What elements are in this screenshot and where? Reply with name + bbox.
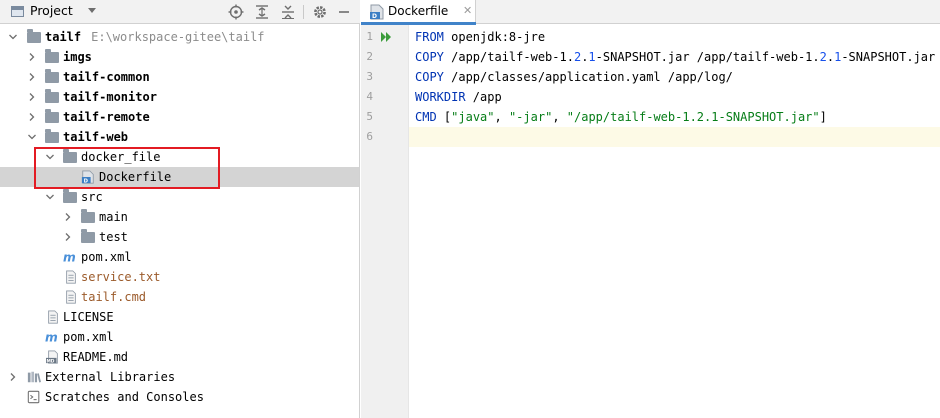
- tree-label-tailf-monitor: tailf-monitor: [63, 90, 157, 104]
- code-line-1[interactable]: FROM openjdk:8-jre: [415, 27, 545, 47]
- folder-icon: [27, 29, 41, 43]
- tree-row-scratches[interactable]: Scratches and Consoles: [0, 387, 359, 407]
- tree-row-tailf-cmd[interactable]: tailf.cmd: [0, 287, 359, 307]
- tree-label-service-txt: service.txt: [81, 270, 161, 284]
- line-number: 2: [366, 50, 373, 63]
- tree-label-src: src: [81, 190, 103, 204]
- chevron-right-icon[interactable]: [8, 372, 18, 382]
- tree-row-readme[interactable]: MD README.md: [0, 347, 359, 367]
- settings-icon[interactable]: [312, 4, 328, 20]
- tree-label-root: tailf E:\workspace-gitee\tailf: [45, 30, 265, 44]
- tree-row-test[interactable]: test: [0, 227, 359, 247]
- tree-row-license[interactable]: LICENSE: [0, 307, 359, 327]
- header-separator: [303, 5, 304, 19]
- tree-label-tailf-common: tailf-common: [63, 70, 150, 84]
- project-panel-title[interactable]: Project: [30, 3, 73, 18]
- library-icon: [27, 371, 41, 383]
- chevron-right-icon[interactable]: [27, 52, 37, 62]
- tree-row-root[interactable]: tailf E:\workspace-gitee\tailf: [0, 27, 359, 47]
- tree-row-pom-root[interactable]: m pom.xml: [0, 327, 359, 347]
- tree-label-pom-root: pom.xml: [63, 330, 114, 344]
- code-line-3[interactable]: COPY /app/classes/application.yaml /app/…: [415, 67, 733, 87]
- tree-row-tailf-web[interactable]: tailf-web: [0, 127, 359, 147]
- expand-all-icon[interactable]: [254, 4, 270, 20]
- code-line-4[interactable]: WORKDIR /app: [415, 87, 502, 107]
- tree-label-test: test: [99, 230, 128, 244]
- tree-label-readme: README.md: [63, 350, 129, 364]
- line-number: 4: [366, 90, 373, 103]
- tree-label-pom-web: pom.xml: [81, 250, 132, 264]
- locate-icon[interactable]: [228, 4, 244, 20]
- editor-tab-bar: D Dockerfile ✕: [361, 0, 940, 25]
- tree-row-pom-web[interactable]: m pom.xml: [0, 247, 359, 267]
- project-panel: Project tailf E:\workspace-gitee\tailf i…: [0, 0, 360, 418]
- tree-row-service-txt[interactable]: service.txt: [0, 267, 359, 287]
- svg-text:m: m: [63, 250, 76, 264]
- chevron-right-icon[interactable]: [27, 92, 37, 102]
- tree-row-main[interactable]: main: [0, 207, 359, 227]
- folder-icon: [45, 129, 59, 143]
- folder-icon: [81, 209, 95, 223]
- line-number: 3: [366, 70, 373, 83]
- run-icon[interactable]: [381, 31, 393, 43]
- project-icon: [11, 6, 24, 17]
- folder-icon: [63, 189, 77, 203]
- tab-label: Dockerfile: [388, 4, 449, 18]
- project-path: E:\workspace-gitee\tailf: [91, 30, 265, 44]
- tree-label-license: LICENSE: [63, 310, 114, 324]
- code-line-2[interactable]: COPY /app/tailf-web-1.2.1-SNAPSHOT.jar /…: [415, 47, 935, 67]
- project-panel-header: Project: [0, 0, 360, 24]
- tree-row-tailf-remote[interactable]: tailf-remote: [0, 107, 359, 127]
- editor-pane: D Dockerfile ✕ 1 2 3 4 5 6 FROM openjdk:…: [361, 0, 940, 418]
- chevron-down-icon[interactable]: [45, 192, 55, 202]
- close-icon[interactable]: ✕: [463, 4, 472, 17]
- tree-label-tailf-web: tailf-web: [63, 130, 129, 144]
- tree-label-tailf-remote: tailf-remote: [63, 110, 150, 124]
- folder-icon: [45, 69, 59, 83]
- chevron-right-icon[interactable]: [63, 232, 73, 242]
- folder-icon: [45, 89, 59, 103]
- chevron-down-icon[interactable]: [27, 132, 37, 142]
- code-line-5[interactable]: CMD ["java", "-jar", "/app/tailf-web-1.2…: [415, 107, 827, 127]
- tree-label-tailf-cmd: tailf.cmd: [81, 290, 147, 304]
- collapse-all-icon[interactable]: [280, 4, 296, 20]
- maven-icon: m: [45, 330, 58, 344]
- text-file-icon: [66, 270, 76, 284]
- tree-label-external-libraries: External Libraries: [45, 370, 176, 384]
- tree-row-tailf-common[interactable]: tailf-common: [0, 67, 359, 87]
- tree-label-scratches: Scratches and Consoles: [45, 390, 204, 404]
- svg-text:MD: MD: [46, 358, 54, 364]
- tab-dockerfile[interactable]: D Dockerfile ✕: [361, 0, 476, 25]
- tree-row-imgs[interactable]: imgs: [0, 47, 359, 67]
- tree-label-main: main: [99, 210, 128, 224]
- current-line-highlight: [409, 127, 940, 147]
- text-file-icon: [66, 290, 76, 304]
- svg-text:m: m: [45, 330, 58, 344]
- text-file-icon: [48, 310, 58, 324]
- svg-text:D: D: [372, 13, 377, 20]
- chevron-right-icon[interactable]: [27, 112, 37, 122]
- folder-icon: [81, 229, 95, 243]
- tree-row-external-libraries[interactable]: External Libraries: [0, 367, 359, 387]
- maven-icon: m: [63, 250, 76, 264]
- tree-label-imgs: imgs: [63, 50, 92, 64]
- chevron-right-icon[interactable]: [27, 72, 37, 82]
- folder-icon: [45, 109, 59, 123]
- scratches-icon: [27, 390, 40, 404]
- markdown-icon: MD: [46, 350, 58, 364]
- folder-icon: [45, 49, 59, 63]
- editor-gutter: 1 2 3 4 5 6: [361, 25, 409, 418]
- tree-row-tailf-monitor[interactable]: tailf-monitor: [0, 87, 359, 107]
- line-number: 1: [366, 30, 373, 43]
- line-number: 5: [366, 110, 373, 123]
- chevron-down-icon[interactable]: [8, 32, 18, 42]
- minimize-icon[interactable]: [336, 4, 352, 20]
- dockerfile-icon: D: [370, 4, 384, 20]
- chevron-right-icon[interactable]: [63, 212, 73, 222]
- annotation-highlight-box: [34, 147, 220, 189]
- dropdown-icon[interactable]: [88, 8, 96, 13]
- tree-row-src[interactable]: src: [0, 187, 359, 207]
- line-number: 6: [366, 130, 373, 143]
